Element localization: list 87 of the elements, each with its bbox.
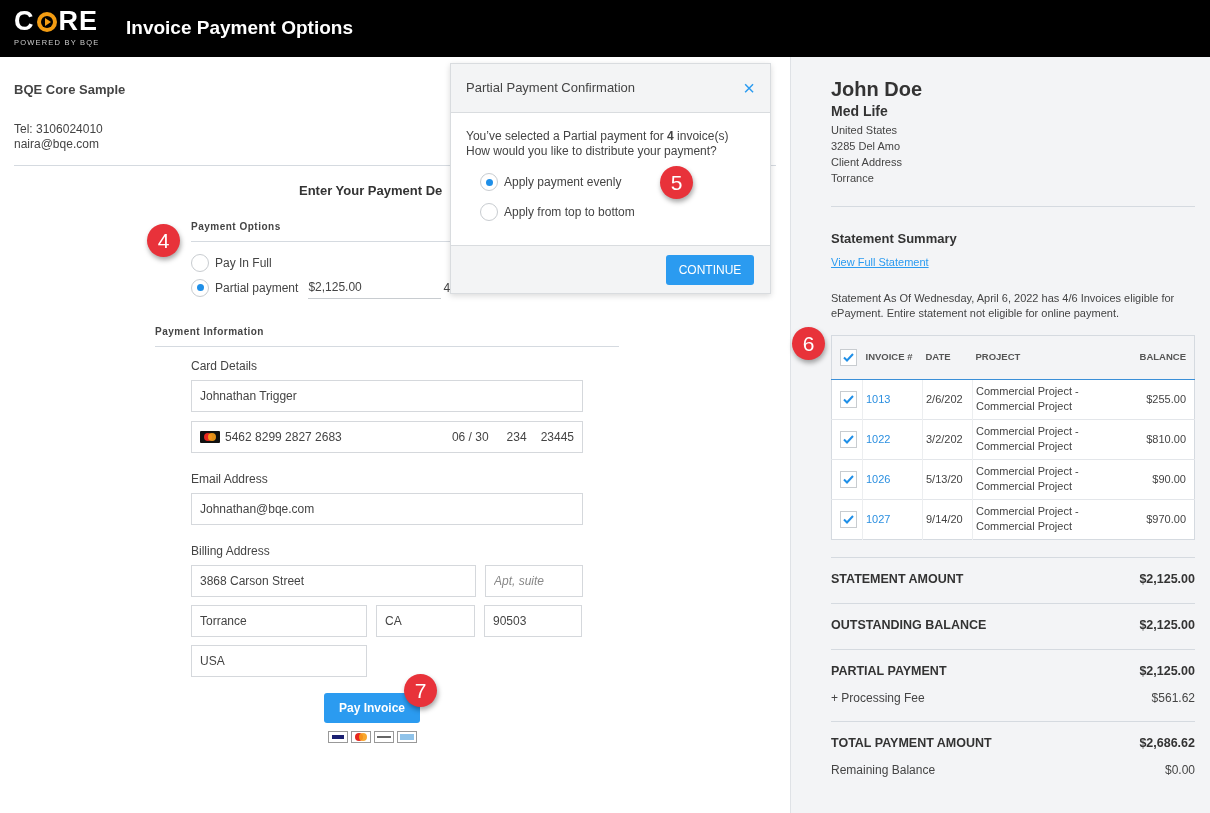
checkmark-icon bbox=[843, 394, 854, 404]
address-line: Torrance bbox=[831, 171, 875, 186]
address-line: United States bbox=[831, 123, 899, 138]
logo-text: C bbox=[14, 8, 35, 36]
table-cell: 2/6/202 bbox=[922, 379, 973, 419]
form-heading: Enter Your Payment De bbox=[299, 181, 443, 200]
table-cell: 9/14/20 bbox=[922, 499, 973, 539]
invoice-count: 4 bbox=[443, 279, 451, 297]
checkmark-icon bbox=[843, 514, 854, 524]
radio-label[interactable]: Pay In Full bbox=[215, 253, 272, 272]
statement-note: Statement As Of Wednesday, April 6, 2022 has 4/6 Invoices eligible for ePayment. Entire statement not eligible for online payment. bbox=[831, 290, 1176, 321]
table-cell: $970.00 bbox=[1122, 499, 1195, 539]
logo-text: RE bbox=[58, 8, 98, 36]
field-label: Billing Address bbox=[191, 543, 271, 560]
country-input[interactable]: USA bbox=[191, 645, 367, 677]
total-label: STATEMENT AMOUNT bbox=[831, 571, 964, 589]
email-input[interactable]: Johnathan@bqe.com bbox=[191, 493, 583, 525]
dialog-message: You’ve selected a Partial payment for 4 invoice(s) How would you like to distribute your payment? bbox=[466, 129, 730, 159]
client-company: Med Life bbox=[831, 102, 889, 121]
total-label: PARTIAL PAYMENT bbox=[831, 663, 947, 681]
table-cell: Commercial Project - Commercial Project bbox=[972, 499, 1123, 539]
table-cell: Commercial Project - Commercial Project bbox=[972, 459, 1123, 499]
total-label: TOTAL PAYMENT AMOUNT bbox=[831, 735, 992, 753]
company-name: BQE Core Sample bbox=[14, 81, 126, 99]
column-header: DATE bbox=[922, 335, 973, 379]
card-input[interactable]: 5462 8299 2827 2683 06 / 30 234 23445 bbox=[191, 421, 583, 453]
total-label: Remaining Balance bbox=[831, 761, 936, 779]
total-value: $2,686.62 bbox=[1139, 735, 1195, 753]
checkbox[interactable] bbox=[840, 390, 857, 408]
table-cell: Commercial Project - Commercial Project bbox=[972, 419, 1123, 459]
checkbox[interactable] bbox=[840, 510, 857, 528]
checkbox[interactable] bbox=[840, 430, 857, 448]
column-header: INVOICE # bbox=[862, 335, 923, 379]
mastercard-icon bbox=[200, 431, 220, 443]
email-text: naira@bqe.com bbox=[14, 136, 99, 152]
client-name: John Doe bbox=[831, 77, 924, 101]
total-label: + Processing Fee bbox=[831, 689, 925, 707]
phone-text: Tel: 3106024010 bbox=[14, 121, 103, 137]
checkmark-icon bbox=[843, 352, 854, 362]
total-label: OUTSTANDING BALANCE bbox=[831, 617, 987, 635]
radio-button[interactable] bbox=[480, 203, 498, 221]
table-cell: $90.00 bbox=[1122, 459, 1195, 499]
checkmark-icon bbox=[843, 474, 854, 484]
dialog-title: Partial Payment Confirmation bbox=[466, 79, 636, 98]
radio-label[interactable]: Partial payment bbox=[215, 278, 299, 297]
name-input[interactable]: Johnathan Trigger bbox=[191, 380, 583, 412]
invoice-link[interactable]: 1013 bbox=[866, 392, 891, 405]
zip-input[interactable]: 90503 bbox=[484, 605, 582, 637]
address-line: Client Address bbox=[831, 155, 903, 170]
radio-label[interactable]: Apply from top to bottom bbox=[504, 203, 635, 221]
section-label: Payment Information bbox=[155, 324, 619, 347]
apt-input[interactable]: Apt, suite bbox=[485, 565, 583, 597]
radio-button[interactable] bbox=[191, 278, 209, 297]
total-value: $2,125.00 bbox=[1139, 571, 1195, 589]
radio-button[interactable] bbox=[480, 173, 498, 191]
invoice-link[interactable]: 1022 bbox=[866, 432, 891, 445]
field-label: Card Details bbox=[191, 358, 259, 375]
amount-input[interactable]: $2,125.00 bbox=[308, 276, 442, 299]
table-cell: 5/13/20 bbox=[922, 459, 973, 499]
field-label: Email Address bbox=[191, 471, 269, 488]
street-input[interactable]: 3868 Carson Street bbox=[191, 565, 476, 597]
state-input[interactable]: CA bbox=[376, 605, 475, 637]
section-title: Statement Summary bbox=[831, 230, 958, 248]
address-line: 3285 Del Amo bbox=[831, 139, 902, 154]
table-cell: $810.00 bbox=[1122, 419, 1195, 459]
column-header: BALANCE bbox=[1122, 335, 1195, 379]
page-title: Invoice Payment Options bbox=[126, 16, 353, 41]
total-value: $0.00 bbox=[1164, 761, 1195, 779]
radio-button[interactable] bbox=[191, 253, 209, 272]
table-cell: Commercial Project - Commercial Project bbox=[972, 379, 1123, 419]
callout-badge: 4 bbox=[147, 224, 180, 257]
total-value: $2,125.00 bbox=[1139, 663, 1195, 681]
radio-label[interactable]: Apply payment evenly bbox=[504, 173, 622, 191]
total-value: $561.62 bbox=[1151, 689, 1195, 707]
city-input[interactable]: Torrance bbox=[191, 605, 367, 637]
checkbox[interactable] bbox=[840, 470, 857, 488]
play-circle-icon bbox=[35, 10, 58, 33]
invoice-link[interactable]: 1027 bbox=[866, 512, 891, 525]
checkmark-icon bbox=[843, 434, 854, 444]
checkbox[interactable] bbox=[840, 348, 857, 366]
callout-badge: 7 bbox=[404, 674, 437, 707]
invoice-link[interactable]: 1026 bbox=[866, 472, 891, 485]
mastercard-icon bbox=[350, 731, 371, 743]
table-cell: $255.00 bbox=[1122, 379, 1195, 419]
column-header: PROJECT bbox=[972, 335, 1123, 379]
total-value: $2,125.00 bbox=[1139, 617, 1195, 635]
table-cell: 3/2/202 bbox=[922, 419, 973, 459]
